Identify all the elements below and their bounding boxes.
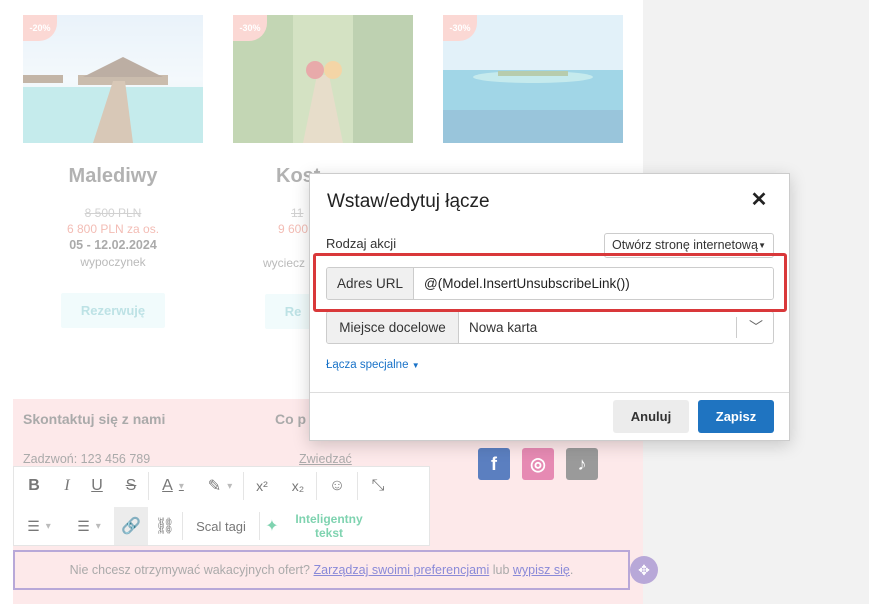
superscript-icon[interactable]: x² — [244, 467, 280, 505]
merge-tags-button[interactable]: Scal tagi — [183, 507, 259, 545]
bullet-list-icon[interactable]: ☰ ▾ — [14, 507, 64, 545]
manage-preferences-link[interactable]: Zarządzaj swoimi preferencjami — [313, 563, 489, 577]
cancel-button[interactable]: Anuluj — [613, 400, 689, 433]
facebook-icon[interactable]: f — [478, 448, 510, 480]
offer-dates: 05 - 12.02.2024 — [69, 238, 157, 252]
new-price: 6 800 PLN za os. — [66, 222, 160, 236]
strikethrough-icon[interactable]: S — [114, 467, 148, 505]
highlight-color-icon[interactable]: ✎ ▾ — [197, 467, 243, 505]
caret-down-icon: ▼ — [411, 361, 420, 370]
visit-link[interactable]: Zwiedzać — [299, 452, 352, 466]
collapse-icon[interactable]: ⤡ — [358, 467, 398, 505]
unsubscribe-block: Nie chcesz otrzymywać wakacyjnych ofert?… — [13, 550, 630, 590]
numbered-list-icon[interactable]: ☰ ▾ — [64, 507, 114, 545]
offer-card: -20% Malediwy 8 500 PLN 6 800 PLN za os.… — [23, 15, 203, 328]
offer-title: Malediwy — [68, 165, 158, 187]
dialog-divider — [310, 392, 789, 393]
reserve-button[interactable]: Rezerwuję — [60, 293, 166, 328]
unsubscribe-suffix: . — [569, 563, 574, 577]
link-dialog: Wstaw/edytuj łącze ✕ Rodzaj akcji Otwórz… — [309, 173, 790, 441]
chevron-down-icon: ﹀ — [749, 319, 763, 335]
unlink-icon[interactable]: ⛓ — [148, 507, 182, 545]
emoji-icon[interactable]: ☺ — [317, 467, 357, 505]
close-icon[interactable]: ✕ — [746, 187, 772, 213]
font-color-icon[interactable]: A ▾ — [149, 467, 197, 505]
offer-kind: wypoczynek — [80, 255, 146, 269]
url-input[interactable] — [414, 268, 773, 299]
toolbar-row-format: B I U S A ▾ ✎ ▾ x² x₂ ☺ ⤡ — [14, 467, 431, 505]
save-button[interactable]: Zapisz — [698, 400, 774, 433]
old-price: 8 500 PLN — [84, 206, 142, 220]
unsubscribe-middle: lub — [489, 563, 513, 577]
special-links-dropdown[interactable]: Łącza specjalne ▼ — [326, 359, 420, 371]
underline-icon[interactable]: U — [80, 467, 114, 505]
link-icon[interactable]: 🔗 — [114, 507, 148, 545]
dialog-title: Wstaw/edytuj łącze — [327, 191, 490, 212]
offer-image: -20% — [23, 15, 203, 143]
tiktok-icon[interactable]: ♪ — [566, 448, 598, 480]
contact-title: Skontaktuj się z nami — [23, 411, 166, 427]
url-label: Adres URL — [327, 268, 414, 299]
target-field-group: Miejsce docelowe Nowa karta ﹀ — [326, 311, 774, 344]
action-type-dropdown[interactable]: Otwórz stronę internetową ▼ — [604, 233, 774, 258]
action-type-label: Rodzaj akcji — [326, 236, 397, 251]
target-value: Nowa karta — [469, 320, 538, 335]
offer-image: -30% — [443, 15, 623, 143]
contact-title-2: Co p — [275, 411, 307, 427]
special-links-label: Łącza specjalne — [326, 359, 409, 371]
offer-image: -30% — [233, 15, 413, 143]
url-field-group: Adres URL — [326, 267, 774, 300]
smart-text-button[interactable]: Inteligentny tekst — [284, 507, 374, 545]
italic-icon[interactable]: I — [54, 467, 80, 505]
bold-icon[interactable]: B — [14, 467, 54, 505]
magic-wand-icon: ✦ — [265, 518, 279, 535]
target-label: Miejsce docelowe — [327, 312, 459, 343]
toolbar-row-insert: ☰ ▾ ☰ ▾ 🔗 ⛓ Scal tagi ✦ Inteligentny tekst — [14, 507, 431, 545]
unsubscribe-link[interactable]: wypisz się — [513, 563, 570, 577]
offer-card: -30% — [443, 15, 623, 143]
instagram-icon[interactable]: ◎ — [522, 448, 554, 480]
text-toolbar: B I U S A ▾ ✎ ▾ x² x₂ ☺ ⤡ ☰ ▾ ☰ ▾ 🔗 ⛓ Scal t… — [13, 466, 430, 546]
target-select[interactable]: Nowa karta ﹀ — [459, 312, 773, 343]
subscript-icon[interactable]: x₂ — [280, 467, 316, 505]
move-handle-icon[interactable]: ✥ — [630, 556, 658, 584]
caret-down-icon: ▼ — [758, 241, 766, 250]
action-type-value: Otwórz stronę internetową — [612, 238, 758, 252]
phone-text: Zadzwoń: 123 456 789 — [23, 452, 151, 466]
unsubscribe-prefix: Nie chcesz otrzymywać wakacyjnych ofert? — [69, 563, 314, 577]
